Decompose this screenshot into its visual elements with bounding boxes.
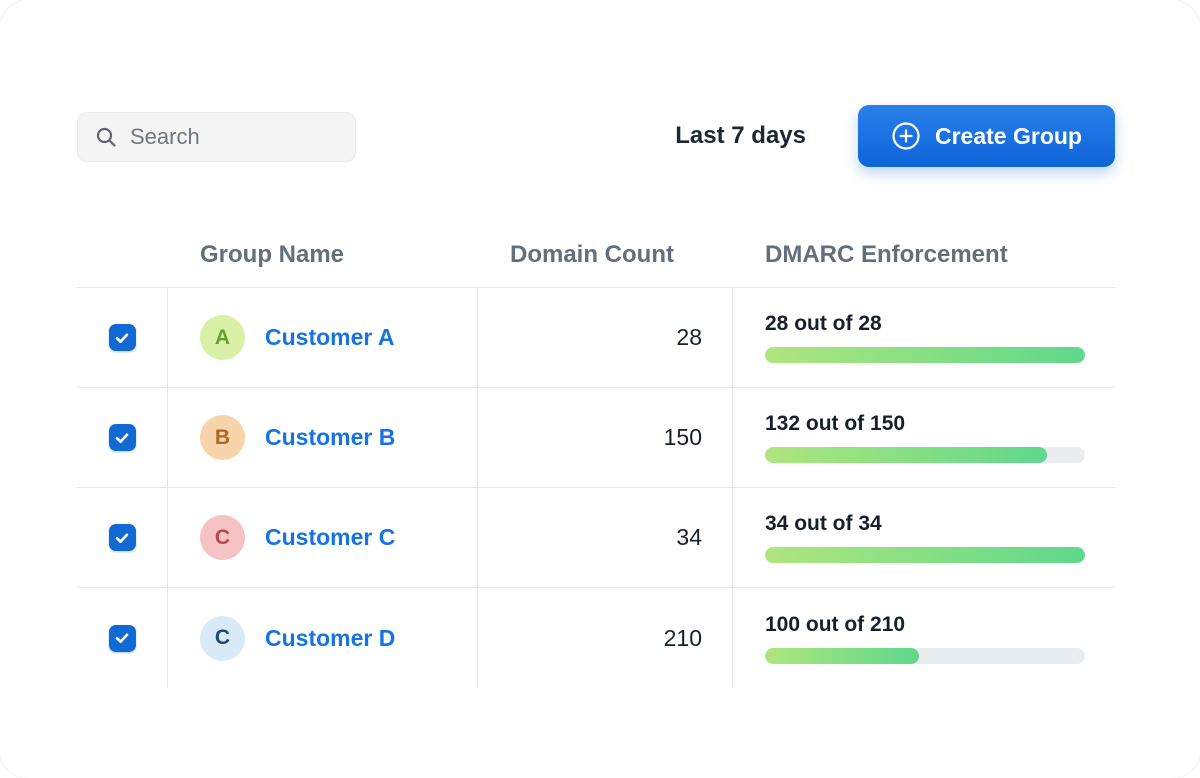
domain-count-cell: 150 <box>478 388 733 487</box>
dmarc-cell: 132 out of 150 <box>733 388 1115 487</box>
customer-link[interactable]: Customer A <box>265 324 395 351</box>
checkmark-icon <box>114 430 130 446</box>
enforcement-progress-track <box>765 648 1085 664</box>
search-icon <box>94 125 118 149</box>
domain-count-cell: 210 <box>478 588 733 688</box>
enforcement-label: 28 out of 28 <box>765 312 1085 336</box>
enforcement-progress-track <box>765 547 1085 563</box>
table-row: A Customer A 28 28 out of 28 <box>77 288 1115 388</box>
table-row: C Customer D 210 100 out of 210 <box>77 588 1115 688</box>
customer-link[interactable]: Customer C <box>265 524 395 551</box>
dmarc-cell: 28 out of 28 <box>733 288 1115 387</box>
groups-table: Group Name Domain Count DMARC Enforcemen… <box>77 222 1115 688</box>
row-checkbox[interactable] <box>109 625 136 652</box>
checkbox-cell <box>77 388 168 487</box>
checkmark-icon <box>114 630 130 646</box>
table-row: C Customer C 34 34 out of 34 <box>77 488 1115 588</box>
group-name-cell: B Customer B <box>168 388 478 487</box>
checkmark-icon <box>114 530 130 546</box>
table-header-row: Group Name Domain Count DMARC Enforcemen… <box>77 222 1115 288</box>
avatar: C <box>200 616 245 661</box>
table-row: B Customer B 150 132 out of 150 <box>77 388 1115 488</box>
avatar: B <box>200 415 245 460</box>
checkbox-cell <box>77 288 168 387</box>
toolbar: Last 7 days Create Group <box>77 105 1115 167</box>
period-label: Last 7 days <box>675 122 806 150</box>
customer-link[interactable]: Customer B <box>265 424 395 451</box>
row-checkbox[interactable] <box>109 424 136 451</box>
row-checkbox[interactable] <box>109 324 136 351</box>
enforcement-progress-track <box>765 447 1085 463</box>
checkbox-cell <box>77 488 168 587</box>
group-name-cell: A Customer A <box>168 288 478 387</box>
group-name-cell: C Customer C <box>168 488 478 587</box>
enforcement-progress-fill <box>765 648 919 664</box>
create-group-label: Create Group <box>935 123 1082 150</box>
checkmark-icon <box>114 330 130 346</box>
dmarc-cell: 100 out of 210 <box>733 588 1115 688</box>
group-name-cell: C Customer D <box>168 588 478 688</box>
enforcement-label: 100 out of 210 <box>765 613 1085 637</box>
search-box[interactable] <box>77 112 356 162</box>
enforcement-progress-fill <box>765 347 1085 363</box>
avatar: A <box>200 315 245 360</box>
enforcement-label: 34 out of 34 <box>765 512 1085 536</box>
create-group-button[interactable]: Create Group <box>858 105 1115 167</box>
domain-count-cell: 34 <box>478 488 733 587</box>
search-input[interactable] <box>130 124 339 150</box>
customer-link[interactable]: Customer D <box>265 625 395 652</box>
domain-count-value: 34 <box>676 524 702 551</box>
domain-count-value: 210 <box>664 625 702 652</box>
dmarc-cell: 34 out of 34 <box>733 488 1115 587</box>
domain-count-cell: 28 <box>478 288 733 387</box>
plus-circle-icon <box>891 121 921 151</box>
enforcement-progress-fill <box>765 547 1085 563</box>
avatar: C <box>200 515 245 560</box>
column-header-dmarc-enforcement: DMARC Enforcement <box>733 241 1115 269</box>
domain-count-value: 150 <box>664 424 702 451</box>
dashboard-card: Last 7 days Create Group Group Name Doma… <box>0 0 1200 778</box>
row-checkbox[interactable] <box>109 524 136 551</box>
enforcement-label: 132 out of 150 <box>765 412 1085 436</box>
domain-count-value: 28 <box>676 324 702 351</box>
enforcement-progress-fill <box>765 447 1047 463</box>
column-header-group-name: Group Name <box>168 241 478 269</box>
checkbox-cell <box>77 588 168 688</box>
column-header-domain-count: Domain Count <box>478 241 733 269</box>
enforcement-progress-track <box>765 347 1085 363</box>
